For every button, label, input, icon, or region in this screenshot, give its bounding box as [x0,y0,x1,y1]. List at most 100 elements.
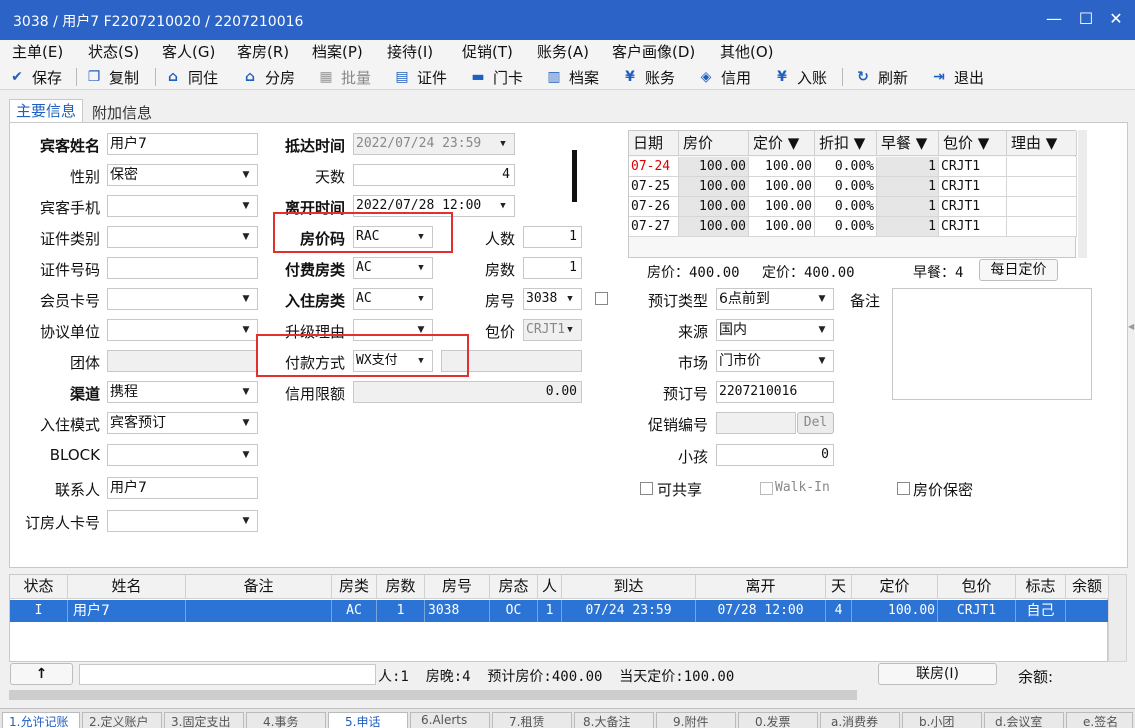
link-room-button[interactable]: 联房(I) [878,663,997,685]
rate-cell[interactable]: CRJT1 [939,157,1007,177]
member-select[interactable]: ▼ [107,288,258,310]
list-header-departure[interactable]: 离开 [696,575,826,599]
id-type-select[interactable]: ▼ [107,226,258,248]
rate-header-fixed[interactable]: 定价 ▼ [749,131,815,156]
list-header-balance[interactable]: 余额 [1066,575,1109,599]
list-header-name[interactable]: 姓名 [68,575,186,599]
rate-grid-scrollbar[interactable] [1078,130,1087,258]
tab-define-account[interactable]: 2.定义账户 [82,712,162,728]
quick-filter-field[interactable] [79,664,376,685]
channel-select[interactable]: 携程 ▼ [107,381,258,403]
tab-fixed-charges[interactable]: 3.固定支出 [164,712,244,728]
persons-field[interactable]: 1 [523,226,582,248]
certificate-button[interactable]: ▤ 证件 [394,66,447,88]
credit-button[interactable]: ◈ 信用 [698,66,751,88]
menu-promo[interactable]: 促销(T) [462,41,513,62]
promo-delete-button[interactable]: Del [797,412,834,434]
list-header-flag[interactable]: 标志 [1016,575,1066,599]
menu-other[interactable]: 其他(O) [720,41,774,62]
rate-header-price[interactable]: 房价 [679,131,749,156]
block-select[interactable]: ▼ [107,444,258,466]
rate-header-date[interactable]: 日期 [629,131,679,156]
list-header-package[interactable]: 包价 [938,575,1016,599]
list-header-fixed[interactable]: 定价 [852,575,938,599]
market-select[interactable]: 门市价 ▼ [716,350,834,372]
tab-signature[interactable]: e.签名 [1066,712,1133,728]
id-no-field[interactable] [107,257,258,279]
booking-no-field[interactable]: 2207210016 [716,381,834,403]
tab-allow-posting[interactable]: 1.允许记账 [2,712,80,728]
room-type-select[interactable]: AC ▼ [353,288,433,310]
room-lock-checkbox[interactable] [595,292,608,305]
tab-meeting-room[interactable]: d.会议室 [984,712,1064,728]
archive-button[interactable]: ▥ 档案 [546,66,599,88]
tab-main-info[interactable]: 主要信息 [9,99,84,123]
rate-cell[interactable]: 07-25 [629,177,679,197]
rate-cell[interactable] [1007,217,1077,237]
rate-cell[interactable]: 100.00 [749,177,815,197]
list-scrollbar[interactable] [1108,574,1127,662]
rate-cell[interactable]: 100.00 [749,157,815,177]
scroll-up-button[interactable]: ↑ [10,663,73,685]
rate-cell[interactable]: 0.00% [815,197,877,217]
exit-button[interactable]: ⇥ 退出 [931,66,984,88]
days-field[interactable]: 4 [353,164,515,186]
checkin-mode-select[interactable]: 宾客预订 ▼ [107,412,258,434]
room-no-select[interactable]: 3038 ▼ [523,288,582,310]
rate-cell[interactable]: 100.00 [749,217,815,237]
rate-cell[interactable]: 0.00% [815,177,877,197]
shareable-checkbox[interactable] [640,482,653,495]
remark-textarea[interactable] [892,288,1092,400]
rate-cell[interactable]: 07-27 [629,217,679,237]
batch-button[interactable]: ▦ 批量 [318,66,371,88]
tab-small-group[interactable]: b.小团 [902,712,982,728]
copy-button[interactable]: ❐ 复制 [86,66,139,88]
rate-header-package[interactable]: 包价 ▼ [939,131,1007,156]
close-button[interactable]: ✕ [1106,9,1126,28]
booker-card-select[interactable]: ▼ [107,510,258,532]
source-select[interactable]: 国内 ▼ [716,319,834,341]
rate-cell[interactable] [1007,177,1077,197]
child-field[interactable]: 0 [716,444,834,466]
rate-cell[interactable]: CRJT1 [939,177,1007,197]
account-button[interactable]: ¥ 账务 [622,66,675,88]
list-header-rooms[interactable]: 房数 [377,575,425,599]
menu-guest[interactable]: 客人(G) [162,41,215,62]
tab-big-remark[interactable]: 8.大备注 [574,712,654,728]
list-header-room-type[interactable]: 房类 [332,575,377,599]
menu-room[interactable]: 客房(R) [237,41,289,62]
rate-cell[interactable]: 0.00% [815,157,877,177]
tab-rental[interactable]: 7.租赁 [492,712,572,728]
tab-vouchers[interactable]: a.消费券 [820,712,900,728]
daily-rate-button[interactable]: 每日定价 [979,259,1058,281]
rate-header-reason[interactable]: 理由 ▼ [1007,131,1077,156]
tab-invoice[interactable]: 0.发票 [738,712,818,728]
split-room-button[interactable]: ⌂ 分房 [242,66,295,88]
tab-phone[interactable]: 5.申话 [328,712,408,728]
table-row[interactable]: I 用户7 AC 1 3038 OC 1 07/24 23:59 07/28 1… [10,600,1109,622]
rate-cell[interactable]: 07-26 [629,197,679,217]
rooms-field[interactable]: 1 [523,257,582,279]
rate-cell[interactable]: CRJT1 [939,197,1007,217]
minimize-button[interactable]: — [1044,9,1064,28]
menu-main[interactable]: 主单(E) [12,41,63,62]
list-header-persons[interactable]: 人 [538,575,562,599]
rate-cell[interactable]: 0.00% [815,217,877,237]
horizontal-scrollbar[interactable] [9,688,1127,702]
rate-cell[interactable] [1007,197,1077,217]
rate-cell[interactable]: CRJT1 [939,217,1007,237]
rate-cell[interactable]: 07-24 [629,157,679,177]
menu-profile[interactable]: 客户画像(D) [612,41,695,62]
list-header-room-state[interactable]: 房态 [490,575,538,599]
mobile-select[interactable]: ▼ [107,195,258,217]
tab-attachments[interactable]: 9.附件 [656,712,736,728]
rate-cell[interactable]: 100.00 [749,197,815,217]
arrival-field[interactable]: 2022/07/24 23:59 ▼ [353,133,515,155]
post-button[interactable]: ¥ 入账 [774,66,827,88]
contact-field[interactable]: 用户7 [107,477,258,499]
guest-name-field[interactable]: 用户7 [107,133,258,155]
maximize-button[interactable]: ☐ [1076,9,1096,28]
list-header-arrival[interactable]: 到达 [562,575,696,599]
menu-status[interactable]: 状态(S) [88,41,139,62]
menu-account[interactable]: 账务(A) [537,41,589,62]
